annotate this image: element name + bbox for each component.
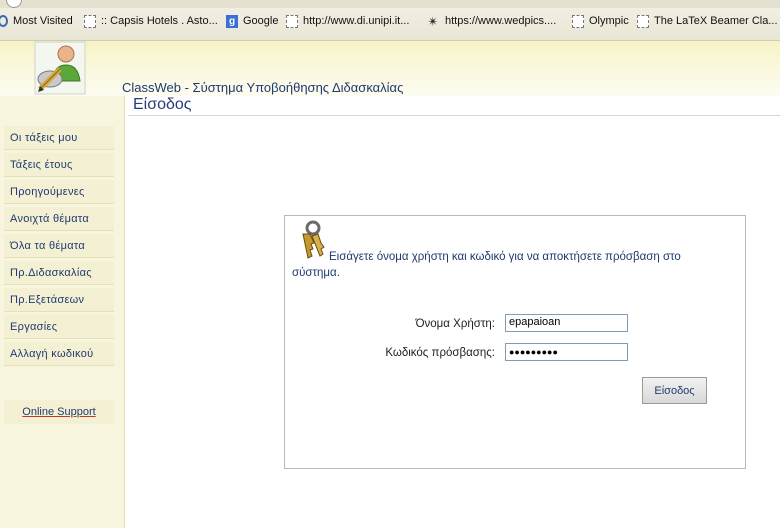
- app-title: ClassWeb - Σύστημα Υποβοήθησης Διδασκαλί…: [122, 80, 404, 95]
- sidebar-item-year-classes[interactable]: Τάξεις έτους: [4, 153, 114, 177]
- sidebar-item-open-topics[interactable]: Ανοιχτά θέματα: [4, 207, 114, 231]
- sidebar-item-teaching-program[interactable]: Πρ.Διδασκαλίας: [4, 261, 114, 285]
- login-instructions-line2: σύστημα.: [292, 267, 340, 279]
- bookmark-google[interactable]: g Google: [226, 12, 278, 30]
- most-visited-icon: [0, 15, 8, 27]
- site-header: ClassWeb - Σύστημα Υποβοήθησης Διδασκαλί…: [0, 41, 780, 96]
- login-instructions-line1: Εισάγετε όνομα χρήστη και κωδικό για να …: [329, 251, 681, 263]
- bookmark-label: Google: [243, 15, 279, 27]
- sidebar: Οι τάξεις μου Τάξεις έτους Προηγούμενες …: [0, 96, 125, 528]
- bookmark-olympic[interactable]: Olympic: [572, 12, 629, 30]
- sidebar-item-my-classes[interactable]: Οι τάξεις μου: [4, 126, 114, 150]
- bookmark-label: Olympic: [589, 15, 629, 27]
- online-support-link[interactable]: Online Support: [22, 406, 95, 418]
- bookmark-label: http://www.di.unipi.it...: [303, 15, 410, 27]
- bookmark-wedpics[interactable]: ✴ https://www.wedpics....: [426, 12, 557, 30]
- spark-icon: ✴: [427, 13, 439, 29]
- bookmark-latex-beamer[interactable]: The LaTeX Beamer Cla...: [637, 12, 778, 30]
- google-icon: g: [226, 14, 238, 28]
- username-input[interactable]: epapaioan: [505, 314, 628, 332]
- page-icon: [286, 14, 298, 28]
- bookmark-label: Most Visited: [13, 15, 73, 27]
- bookmark-label: :: Capsis Hotels . Asto...: [101, 15, 218, 27]
- username-label: Όνομα Χρήστη:: [415, 318, 495, 330]
- bookmark-label: The LaTeX Beamer Cla...: [654, 15, 778, 27]
- sidebar-item-change-password[interactable]: Αλλαγή κωδικού: [4, 342, 114, 366]
- online-support-box: Online Support: [4, 400, 114, 424]
- bookmark-capsis-hotels[interactable]: :: Capsis Hotels . Asto...: [84, 12, 218, 30]
- login-instructions: Εισάγετε όνομα χρήστη και κωδικό για να …: [292, 249, 732, 281]
- page-icon: [84, 14, 96, 28]
- toolbar-edge: [0, 0, 780, 8]
- toolbar-round-button[interactable]: [6, 0, 22, 8]
- sidebar-item-exam-program[interactable]: Πρ.Εξετάσεων: [4, 288, 114, 312]
- page-icon: [637, 14, 649, 28]
- page-icon: [572, 14, 584, 28]
- bookmarks-toolbar: Most Visited :: Capsis Hotels . Asto... …: [0, 0, 780, 41]
- page-title: Είσοδος: [133, 96, 192, 113]
- password-input[interactable]: ●●●●●●●●●: [505, 343, 628, 361]
- sidebar-item-all-topics[interactable]: Όλα τα θέματα: [4, 234, 114, 258]
- bookmark-label: https://www.wedpics....: [445, 15, 557, 27]
- password-label: Κωδικός πρόσβασης:: [385, 347, 495, 359]
- sidebar-item-previous[interactable]: Προηγούμενες: [4, 180, 114, 204]
- bookmark-most-visited[interactable]: Most Visited: [0, 12, 73, 30]
- user-edit-icon: [34, 41, 86, 95]
- title-divider: [128, 115, 780, 116]
- login-panel: Εισάγετε όνομα χρήστη και κωδικό για να …: [284, 215, 746, 469]
- sidebar-item-assignments[interactable]: Εργασίες: [4, 315, 114, 339]
- login-button[interactable]: Είσοδος: [642, 377, 707, 404]
- bookmark-di-unipi[interactable]: http://www.di.unipi.it...: [286, 12, 409, 30]
